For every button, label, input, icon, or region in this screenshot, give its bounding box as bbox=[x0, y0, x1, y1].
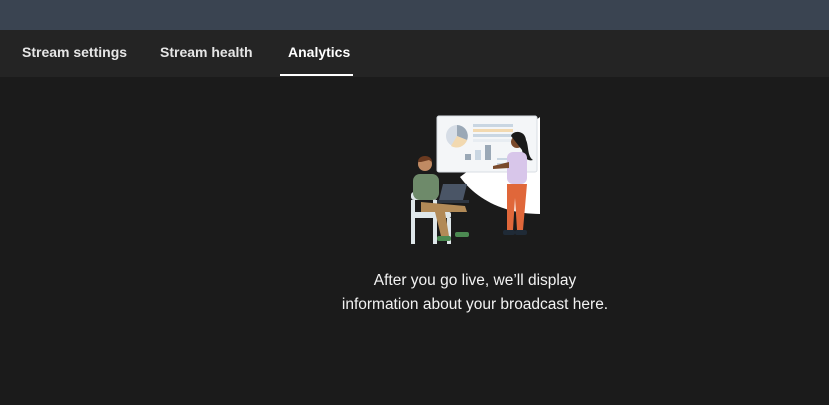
tab-stream-health[interactable]: Stream health bbox=[160, 30, 253, 77]
analytics-presentation-illustration-icon bbox=[411, 115, 540, 244]
top-strip bbox=[0, 0, 829, 30]
tab-analytics[interactable]: Analytics bbox=[288, 30, 350, 77]
empty-state-line-1: After you go live, we’ll display bbox=[373, 272, 577, 289]
empty-state-message: After you go live, we’ll display informa… bbox=[300, 269, 650, 317]
empty-state-line-2: information about your broadcast here. bbox=[341, 296, 609, 313]
active-tab-indicator bbox=[280, 74, 353, 76]
tab-bar: Stream settings Stream health Analytics bbox=[0, 30, 829, 77]
tab-stream-settings[interactable]: Stream settings bbox=[22, 30, 127, 77]
